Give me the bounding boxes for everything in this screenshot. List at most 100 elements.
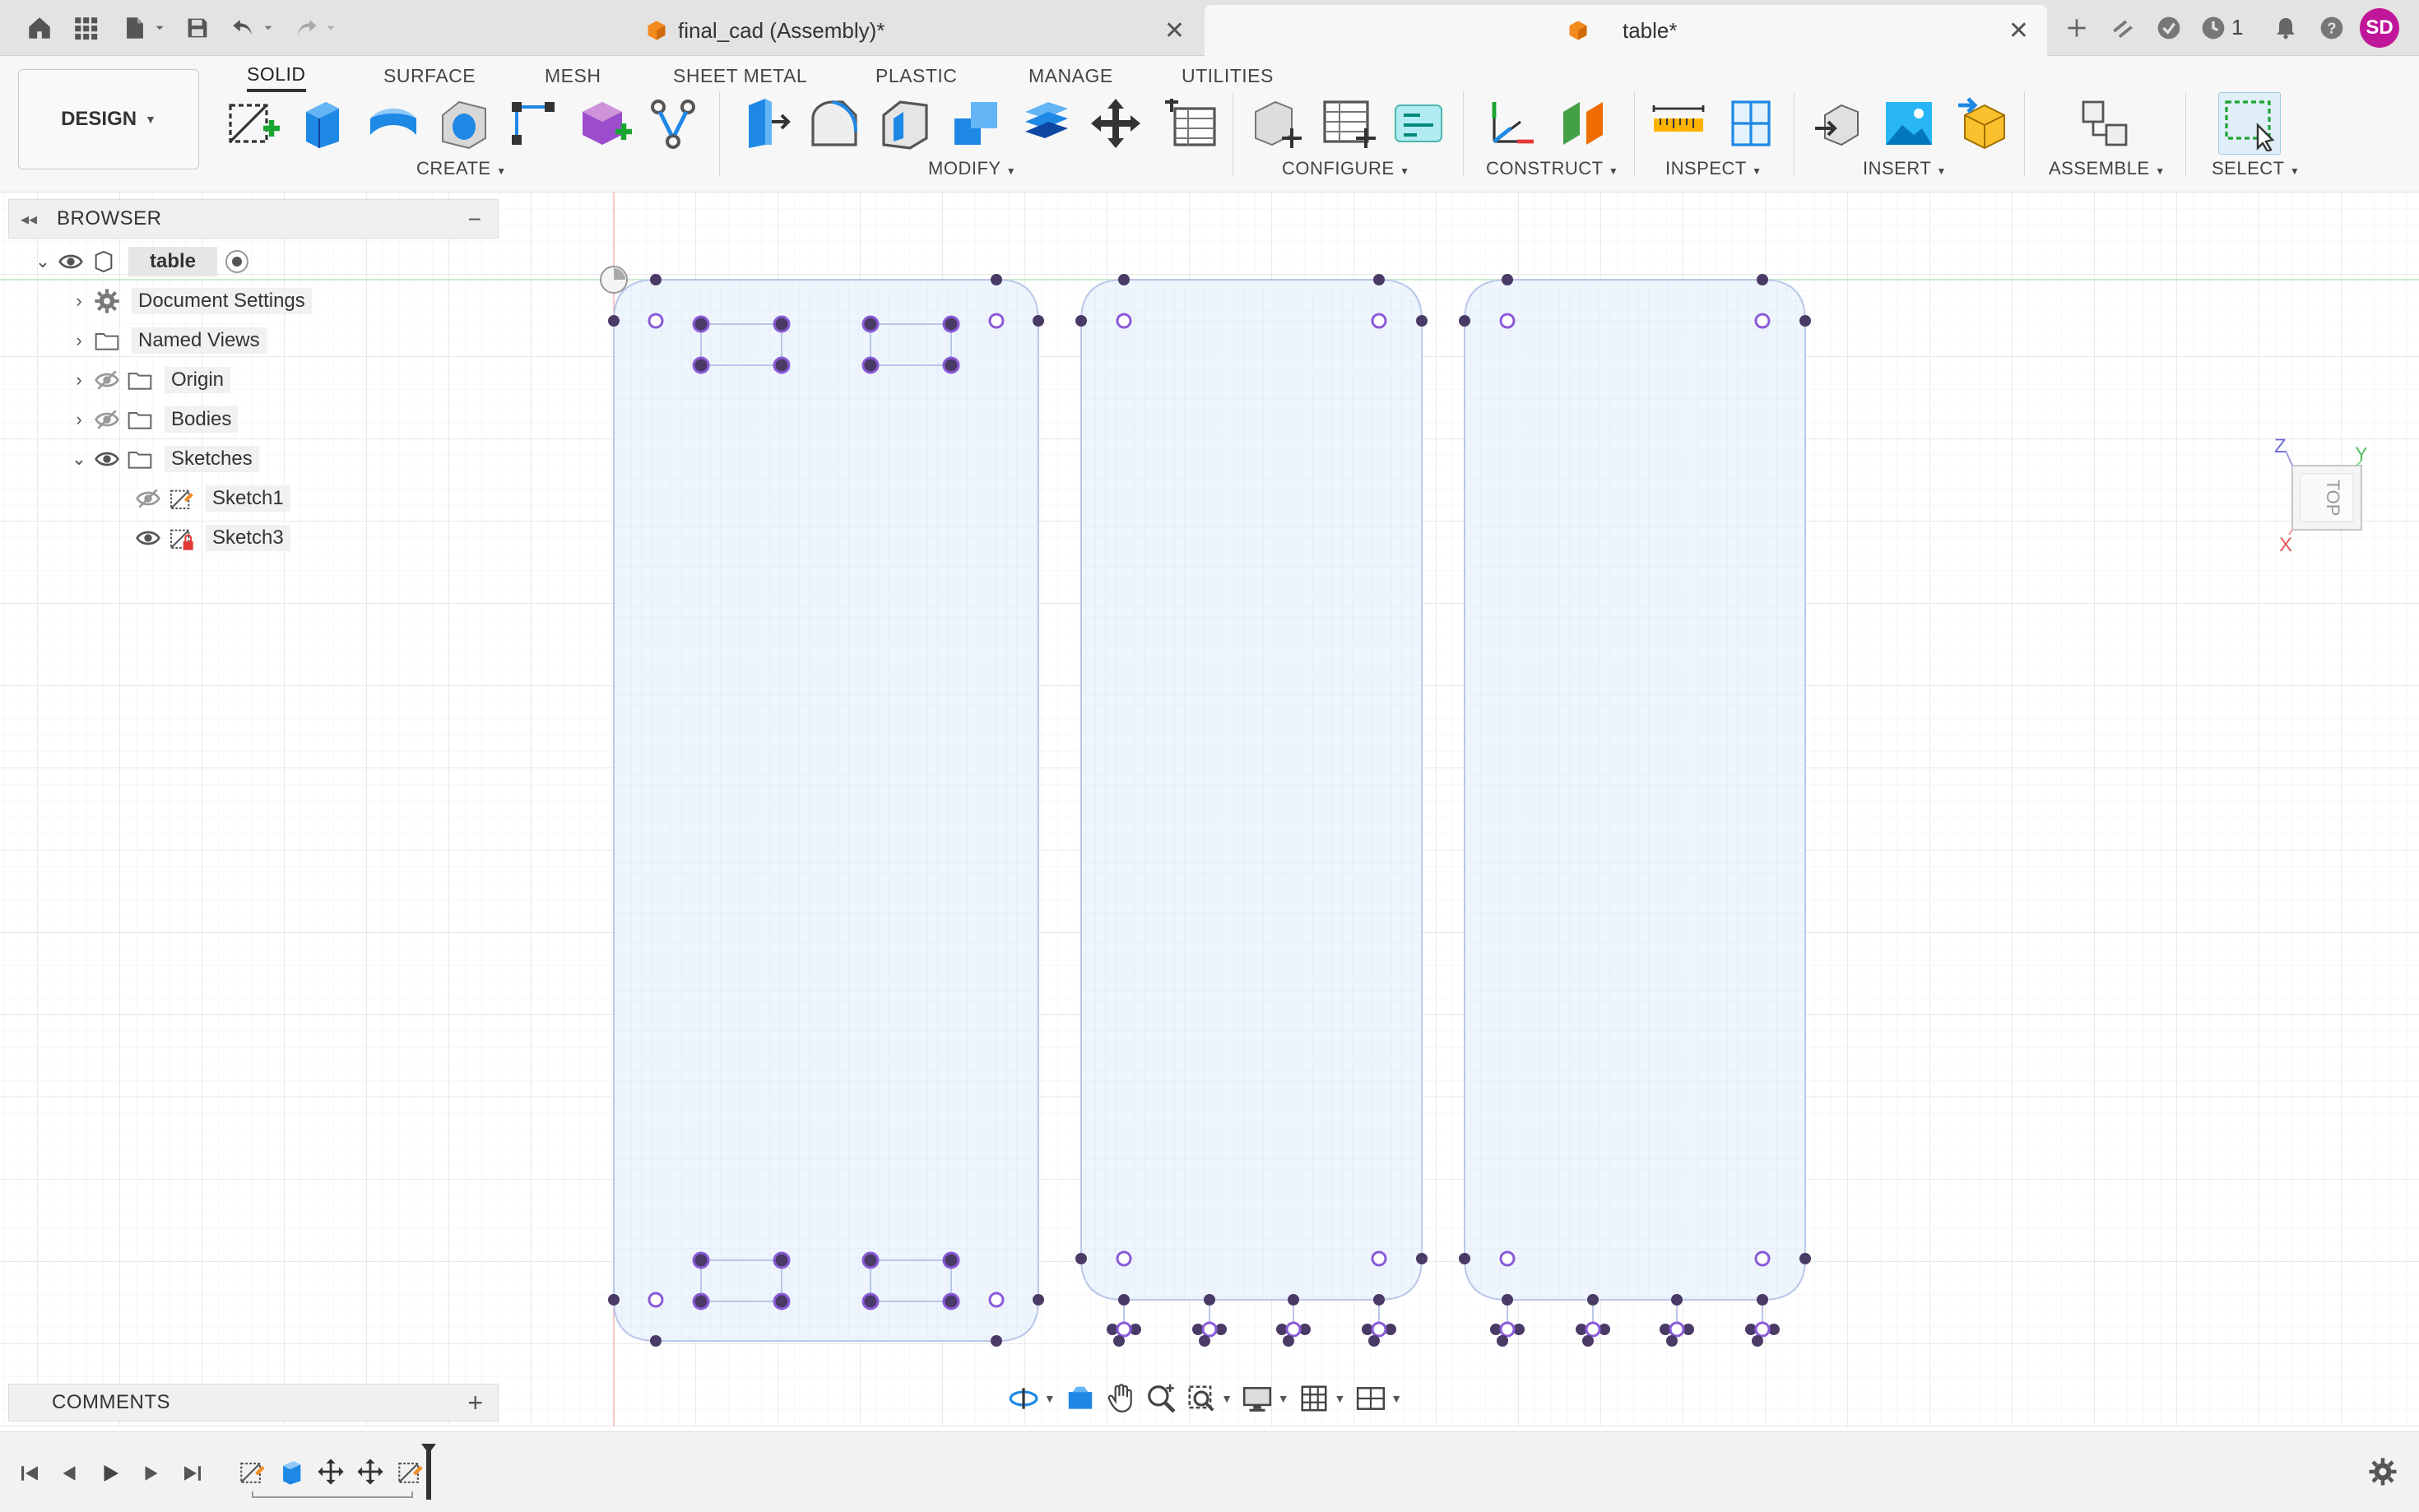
- minimize-icon[interactable]: −: [468, 206, 481, 233]
- browser-header[interactable]: ◂◂ BROWSER −: [8, 199, 499, 239]
- sketch-point[interactable]: [1752, 1335, 1763, 1347]
- new-component-tool[interactable]: [2073, 92, 2136, 155]
- sketch-point[interactable]: [1502, 1294, 1513, 1306]
- eye-icon[interactable]: [91, 444, 123, 474]
- sketch-point[interactable]: [1199, 1335, 1210, 1347]
- constrained-point[interactable]: [942, 1292, 960, 1310]
- center-point[interactable]: [1285, 1321, 1302, 1338]
- constrained-point[interactable]: [773, 315, 791, 333]
- extrude-tool[interactable]: [290, 92, 352, 155]
- sketch-point[interactable]: [1204, 1294, 1215, 1306]
- constrained-point[interactable]: [861, 1251, 880, 1269]
- browser-item-document-settings[interactable]: › Document Settings: [67, 285, 312, 318]
- apps-grid-icon[interactable]: [69, 12, 102, 44]
- configure-menu[interactable]: CONFIGURE ▼: [1282, 158, 1410, 179]
- online-status-icon[interactable]: [2152, 12, 2185, 44]
- move-copy-tool[interactable]: [1084, 92, 1147, 155]
- sketch-point[interactable]: [1368, 1335, 1380, 1347]
- sketch-point[interactable]: [1075, 1253, 1087, 1264]
- origin-icon[interactable]: [600, 266, 628, 294]
- chevron-right-icon[interactable]: ›: [67, 409, 91, 430]
- help-icon[interactable]: ?: [2315, 12, 2348, 44]
- chevron-down-icon[interactable]: ▼: [1391, 1392, 1402, 1405]
- modify-menu[interactable]: MODIFY ▼: [928, 158, 1016, 179]
- sketch-profile-3[interactable]: [1464, 279, 1806, 1333]
- select-menu[interactable]: SELECT ▼: [2212, 158, 2300, 179]
- chevron-down-icon[interactable]: ⌄: [31, 251, 54, 272]
- sketch-point[interactable]: [1757, 1294, 1768, 1306]
- user-avatar[interactable]: SD: [2360, 8, 2399, 48]
- sketch-point[interactable]: [991, 274, 1002, 285]
- job-status-icon[interactable]: [2197, 12, 2230, 44]
- sketch-profile-1[interactable]: [613, 279, 1039, 1342]
- chevron-down-icon[interactable]: ▼: [1221, 1392, 1233, 1405]
- center-point[interactable]: [1116, 1250, 1132, 1267]
- revolve-tool[interactable]: [362, 92, 425, 155]
- extensions-icon[interactable]: [2106, 12, 2139, 44]
- zoom-icon[interactable]: [1140, 1378, 1181, 1419]
- browser-root-table[interactable]: ⌄ table: [31, 245, 249, 278]
- constrained-point[interactable]: [773, 356, 791, 374]
- inspect-menu[interactable]: INSPECT ▼: [1665, 158, 1762, 179]
- center-point[interactable]: [1371, 1250, 1387, 1267]
- chevron-down-icon[interactable]: ▼: [1278, 1392, 1289, 1405]
- center-point[interactable]: [648, 1292, 664, 1308]
- comments-panel[interactable]: COMMENTS +: [8, 1384, 499, 1422]
- center-point[interactable]: [1201, 1321, 1218, 1338]
- pan-icon[interactable]: [1101, 1378, 1141, 1419]
- new-tab-icon[interactable]: [2060, 12, 2093, 44]
- timeline-move-icon[interactable]: [352, 1454, 388, 1490]
- step-forward-icon[interactable]: [135, 1457, 168, 1490]
- browser-item-sketch1[interactable]: Sketch1: [132, 482, 290, 515]
- center-point[interactable]: [1116, 313, 1132, 329]
- timeline-move-icon[interactable]: [313, 1454, 349, 1490]
- constrained-point[interactable]: [773, 1251, 791, 1269]
- sketch-point[interactable]: [650, 1335, 662, 1347]
- sketch-point[interactable]: [1075, 315, 1087, 327]
- eye-icon[interactable]: [132, 523, 165, 553]
- center-point[interactable]: [1371, 313, 1387, 329]
- save-icon[interactable]: [181, 12, 214, 44]
- display-settings-icon[interactable]: [1237, 1378, 1278, 1419]
- insert-canvas-tool[interactable]: [1878, 92, 1940, 155]
- sketch-point[interactable]: [1373, 274, 1385, 285]
- tab-utilities[interactable]: UTILITIES: [1182, 59, 1274, 92]
- center-point[interactable]: [1499, 1250, 1516, 1267]
- derive-tool[interactable]: [642, 92, 704, 155]
- section-analysis-tool[interactable]: [1720, 92, 1782, 155]
- sketch-point[interactable]: [1799, 1253, 1811, 1264]
- constrained-point[interactable]: [942, 356, 960, 374]
- insert-menu[interactable]: INSERT ▼: [1863, 158, 1947, 179]
- home-icon[interactable]: [23, 12, 56, 44]
- sketch-point[interactable]: [1757, 274, 1768, 285]
- play-icon[interactable]: [94, 1457, 127, 1490]
- file-dropdown-icon[interactable]: [150, 12, 169, 44]
- insert-mcmaster-tool[interactable]: [1952, 92, 2014, 155]
- fit-icon[interactable]: [1181, 1378, 1221, 1419]
- combine-tool[interactable]: [945, 92, 1007, 155]
- center-point[interactable]: [1754, 313, 1771, 329]
- center-point[interactable]: [1585, 1321, 1601, 1338]
- timeline-marker-handle[interactable]: [421, 1444, 436, 1454]
- collapse-panel-icon[interactable]: ◂◂: [14, 209, 44, 230]
- center-point[interactable]: [1499, 1321, 1516, 1338]
- timeline-sketch-icon[interactable]: [392, 1454, 428, 1490]
- select-tool[interactable]: [2218, 92, 2281, 155]
- step-back-icon[interactable]: [53, 1457, 86, 1490]
- chevron-right-icon[interactable]: ›: [67, 290, 91, 312]
- sketch-point[interactable]: [1033, 1294, 1044, 1306]
- sketch-point[interactable]: [1502, 274, 1513, 285]
- sketch-profile-2[interactable]: [1080, 279, 1423, 1333]
- go-to-end-icon[interactable]: [176, 1457, 209, 1490]
- sketch-point[interactable]: [1799, 315, 1811, 327]
- sketch-point[interactable]: [991, 1335, 1002, 1347]
- sketch-point[interactable]: [608, 315, 620, 327]
- sketch-point[interactable]: [1671, 1294, 1683, 1306]
- center-point[interactable]: [988, 1292, 1005, 1308]
- sketch-point[interactable]: [650, 274, 662, 285]
- center-point[interactable]: [1499, 313, 1516, 329]
- eye-hidden-icon[interactable]: [91, 405, 123, 434]
- center-point[interactable]: [648, 313, 664, 329]
- tab-plastic[interactable]: PLASTIC: [875, 59, 957, 92]
- chevron-right-icon[interactable]: ›: [67, 369, 91, 391]
